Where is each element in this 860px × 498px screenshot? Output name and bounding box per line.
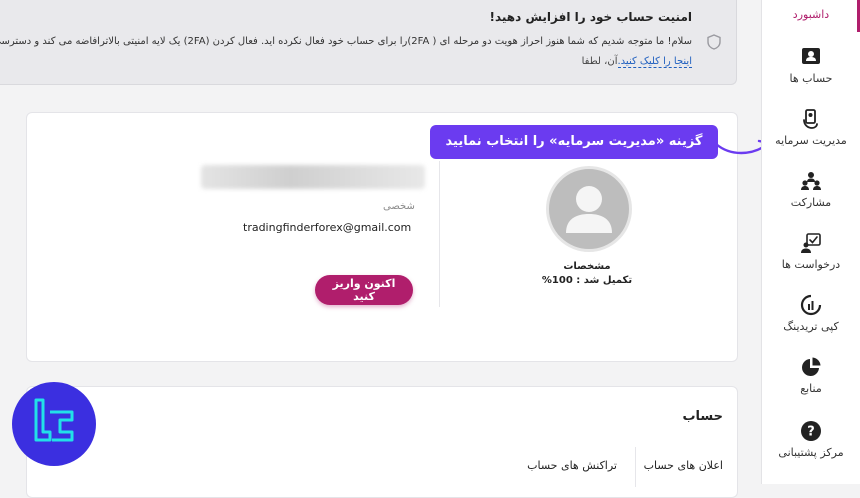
profile-title: مشخصات bbox=[563, 261, 611, 272]
tab-label: تراکنش های حساب bbox=[527, 459, 617, 472]
account-card: حساب اعلان های حساب تراکنش های حساب bbox=[26, 386, 738, 498]
security-alert: امنیت حساب خود را افزایش دهید! سلام! ما … bbox=[0, 0, 737, 85]
copy-trading-icon bbox=[800, 294, 822, 316]
deposit-now-button[interactable]: اکنون واریز کنید bbox=[315, 275, 413, 305]
avatar bbox=[546, 166, 632, 252]
sidebar-item-label: مدیریت سرمایه bbox=[775, 134, 847, 147]
tab-label: اعلان های حساب bbox=[643, 459, 723, 472]
account-kind: شخصی bbox=[383, 201, 415, 212]
alert-link-line: اینجا را کلیک کنید.آن، لطفا bbox=[581, 56, 692, 68]
brand-mark-icon bbox=[34, 398, 74, 442]
sidebar-item-label: درخواست ها bbox=[781, 258, 841, 271]
sidebar-item-support[interactable]: ? مرکز پشتیبانی bbox=[762, 420, 860, 459]
profile-completion: تکمیل شد : 100% bbox=[541, 275, 633, 286]
sidebar-item-requests[interactable]: درخواست ها bbox=[762, 232, 860, 271]
alert-body: سلام! ما متوجه شدیم که شما هنوز احراز هو… bbox=[0, 36, 692, 47]
sidebar-item-resources[interactable]: منابع bbox=[762, 356, 860, 395]
tab-account-transactions[interactable]: تراکنش های حساب bbox=[527, 459, 617, 472]
resources-icon bbox=[802, 357, 821, 376]
accounts-icon bbox=[802, 48, 820, 64]
blurred-user-name bbox=[201, 165, 425, 189]
sidebar-item-label: حساب ها bbox=[789, 72, 833, 85]
sidebar: داشبورد حساب ها مدیریت سرمایه مشارکت درخ… bbox=[761, 0, 860, 484]
sidebar-item-capital-management[interactable]: مدیریت سرمایه bbox=[762, 108, 860, 147]
account-title: حساب bbox=[682, 409, 723, 424]
sidebar-item-label: داشبورد bbox=[792, 8, 830, 21]
vertical-divider bbox=[439, 161, 440, 307]
sidebar-item-dashboard[interactable]: داشبورد bbox=[762, 8, 860, 21]
sidebar-item-partnership[interactable]: مشارکت bbox=[762, 170, 860, 209]
instruction-callout: گزینه «مدیریت سرمایه» را انتخاب نمایید bbox=[430, 125, 718, 159]
sidebar-item-label: مشارکت bbox=[790, 196, 832, 209]
user-silhouette-icon bbox=[566, 186, 612, 233]
alert-title: امنیت حساب خود را افزایش دهید! bbox=[489, 10, 692, 24]
alert-link[interactable]: اینجا را کلیک کنید. bbox=[617, 56, 692, 68]
alert-link-prefix: آن، لطفا bbox=[581, 56, 618, 67]
user-email: tradingfinderforex@gmail.com bbox=[243, 221, 412, 234]
partnership-icon bbox=[801, 172, 821, 190]
sidebar-item-label: منابع bbox=[800, 382, 822, 395]
shield-icon bbox=[707, 34, 721, 50]
sidebar-item-copy-trading[interactable]: کپی تریدینگ bbox=[762, 294, 860, 333]
help-circle-icon: ? bbox=[801, 421, 821, 441]
requests-icon bbox=[801, 233, 821, 253]
sidebar-item-accounts[interactable]: حساب ها bbox=[762, 46, 860, 85]
tab-divider bbox=[635, 447, 636, 487]
sidebar-item-label: کپی تریدینگ bbox=[783, 320, 839, 333]
tab-account-notifications[interactable]: اعلان های حساب bbox=[644, 459, 723, 472]
sidebar-item-label: مرکز پشتیبانی bbox=[778, 446, 844, 459]
wallet-hand-icon bbox=[803, 109, 818, 129]
svg-text:?: ? bbox=[807, 425, 815, 440]
brand-logo bbox=[12, 382, 96, 466]
